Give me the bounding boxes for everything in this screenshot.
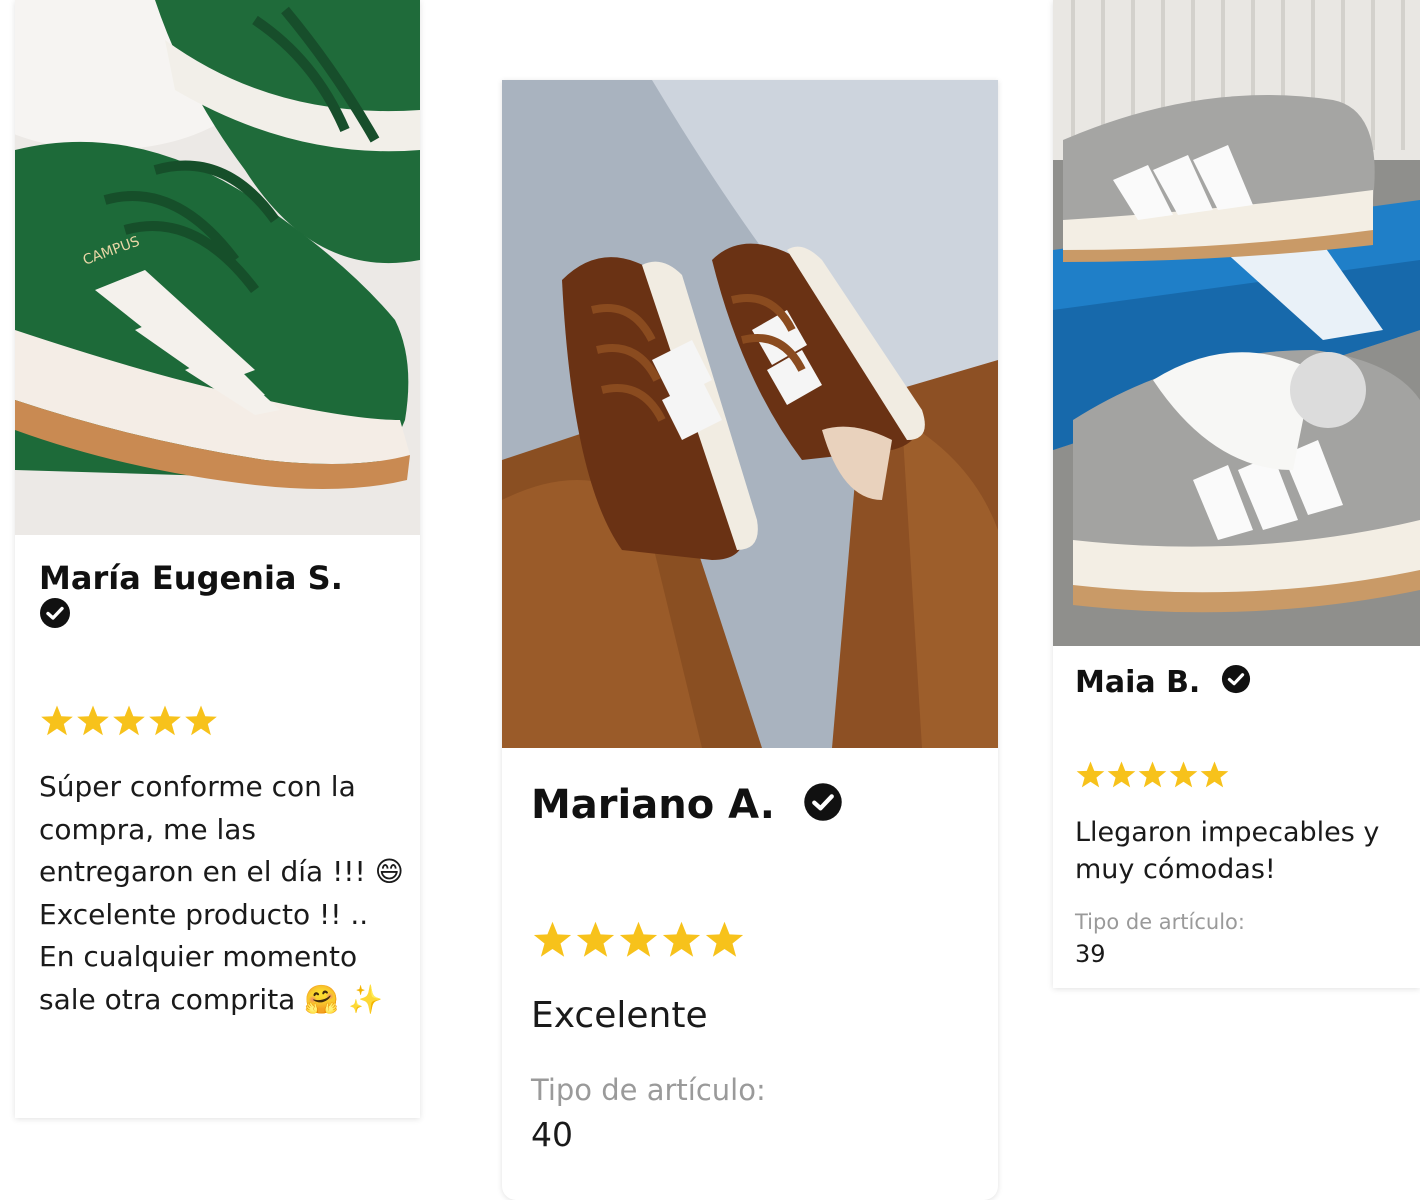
- review-text: Excelente: [531, 995, 708, 1036]
- star-icon: [39, 704, 75, 738]
- star-icon: [1137, 760, 1168, 790]
- item-type-label: Tipo de artículo:: [1075, 910, 1245, 934]
- star-rating: [1075, 760, 1230, 790]
- star-icon: [1199, 760, 1230, 790]
- review-card-maria: CAMPUS María Eugenia S. Súper conforme c…: [15, 0, 420, 1118]
- reviewer-name: María Eugenia S.: [39, 560, 409, 637]
- star-icon: [147, 704, 183, 738]
- star-icon: [1168, 760, 1199, 790]
- star-icon: [1106, 760, 1137, 790]
- reviewer-name-text: Maia B.: [1075, 664, 1201, 700]
- item-type-value: 39: [1075, 940, 1106, 968]
- review-text: Llegaron impecables y muy cómodas!: [1075, 817, 1380, 885]
- star-icon: [531, 920, 574, 960]
- item-type-value: 40: [531, 1115, 573, 1154]
- reviewer-name: Maia B.: [1075, 664, 1251, 703]
- review-text: Súper conforme con la compra, me las ent…: [39, 770, 404, 1016]
- review-card-mariano: Mariano A. Excelente Tipo de artículo: 4…: [502, 80, 998, 1200]
- review-card-maia: Maia B. Llegaron impecables y muy cómoda…: [1053, 0, 1420, 988]
- verified-check-icon: [39, 597, 71, 637]
- star-icon: [703, 920, 746, 960]
- star-icon: [75, 704, 111, 738]
- star-rating: [531, 920, 746, 960]
- reviewer-name-text: Mariano A.: [531, 782, 776, 828]
- star-rating: [39, 704, 219, 738]
- star-icon: [111, 704, 147, 738]
- item-type-label: Tipo de artículo:: [531, 1073, 766, 1107]
- verified-check-icon: [1221, 664, 1251, 703]
- star-icon: [183, 704, 219, 738]
- review-photo-grey-sneakers[interactable]: [1053, 0, 1420, 646]
- review-photo-green-sneakers[interactable]: CAMPUS: [15, 0, 420, 535]
- reviewer-name: Mariano A.: [531, 782, 843, 832]
- star-icon: [574, 920, 617, 960]
- reviewer-name-text: María Eugenia S.: [39, 559, 343, 597]
- review-photo-brown-sneakers[interactable]: [502, 80, 998, 748]
- star-icon: [617, 920, 660, 960]
- verified-check-icon: [803, 782, 843, 832]
- star-icon: [660, 920, 703, 960]
- star-icon: [1075, 760, 1106, 790]
